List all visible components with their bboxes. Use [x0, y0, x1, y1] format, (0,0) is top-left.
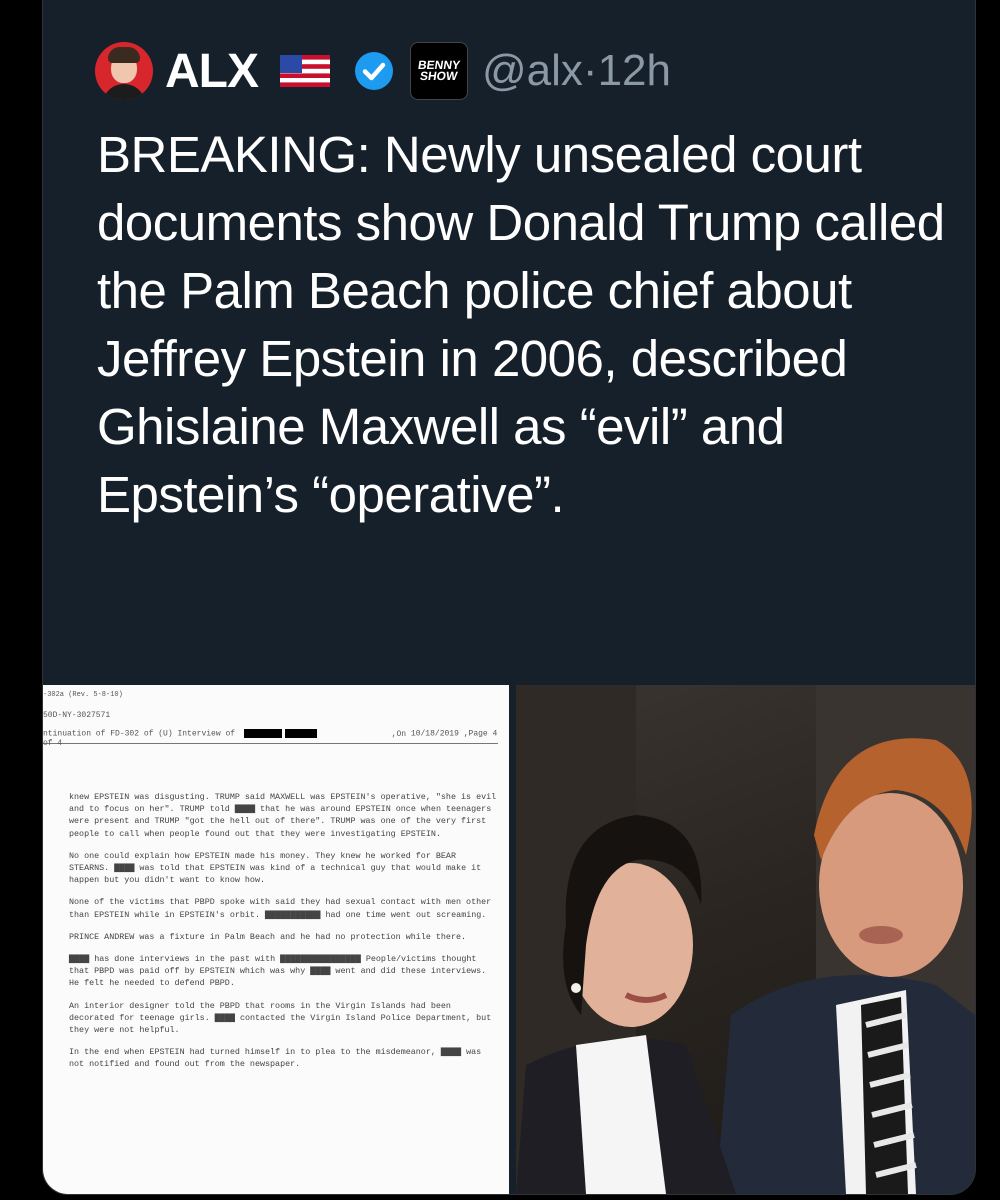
- on-label: ,On: [391, 729, 407, 739]
- doc-paragraph: No one could explain how EPSTEIN made hi…: [69, 850, 482, 886]
- us-flag-icon: [280, 55, 330, 87]
- benny-show-badge-icon[interactable]: BENNY SHOW: [410, 42, 468, 100]
- continuation-label: ntinuation of FD-302 of: [43, 729, 154, 739]
- document-image[interactable]: -302a (Rev. 5-8-10) 50D-NY-3027571 ntinu…: [43, 685, 509, 1194]
- document-body: knew EPSTEIN was disgusting. TRUMP said …: [69, 791, 499, 1081]
- photo-illustration: [516, 685, 975, 1194]
- timestamp[interactable]: 12h: [598, 46, 671, 96]
- tweet-text: BREAKING: Newly unsealed court documents…: [97, 126, 945, 523]
- form-id: -302a (Rev. 5-8-10): [43, 691, 123, 699]
- display-name[interactable]: ALX: [165, 44, 259, 99]
- doc-date: 10/18/2019: [410, 729, 459, 739]
- separator: ·: [582, 46, 598, 95]
- avatar[interactable]: [95, 42, 153, 100]
- doc-paragraph: None of the victims that PBPD spoke with…: [69, 897, 492, 920]
- handle[interactable]: @alx: [482, 46, 583, 96]
- photo-image[interactable]: [516, 685, 975, 1194]
- verified-check-icon: [355, 52, 393, 90]
- media-grid: -302a (Rev. 5-8-10) 50D-NY-3027571 ntinu…: [43, 685, 975, 1194]
- doc-paragraph: PRINCE ANDREW was a fixture in Palm Beac…: [69, 931, 467, 942]
- interview-label: (U) Interview of: [158, 729, 236, 739]
- doc-header-line: ntinuation of FD-302 of (U) Interview of…: [43, 729, 498, 748]
- doc-paragraph: An interior designer told the PBPD that …: [69, 1000, 492, 1036]
- tweet-card[interactable]: ALX BENNY SHOW @alx · 12h BREAKING: Newly…: [42, 0, 976, 1195]
- doc-paragraph: ▇▇▇▇ has done interviews in the past wit…: [69, 954, 487, 989]
- doc-paragraph: knew EPSTEIN was disgusting. TRUMP said …: [69, 792, 497, 839]
- file-number: 50D-NY-3027571: [43, 711, 111, 720]
- doc-paragraph: In the end when EPSTEIN had turned himse…: [69, 1047, 482, 1070]
- tweet-header: ALX BENNY SHOW @alx · 12h: [95, 41, 671, 101]
- page-label: ,Page: [463, 729, 488, 739]
